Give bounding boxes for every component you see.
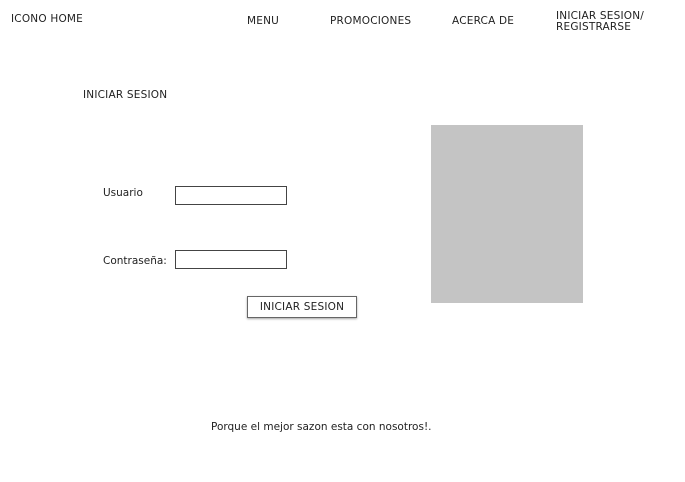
- image-placeholder: [431, 125, 583, 303]
- username-input[interactable]: [175, 186, 287, 205]
- nav-login-line2: REGISTRARSE: [556, 21, 632, 33]
- nav-login-register-link[interactable]: INICIAR SESION/ REGISTRARSE: [556, 11, 676, 33]
- footer-tagline: Porque el mejor sazon esta con nosotros!…: [211, 421, 432, 433]
- home-icon-link[interactable]: ICONO HOME: [11, 13, 83, 25]
- login-submit-button[interactable]: INICIAR SESION: [247, 296, 357, 318]
- nav-about-link[interactable]: ACERCA DE: [452, 16, 514, 27]
- page-title: INICIAR SESION: [83, 89, 168, 101]
- nav-menu-link[interactable]: MENU: [247, 16, 279, 27]
- username-label: Usuario: [103, 187, 143, 199]
- nav-promotions-link[interactable]: PROMOCIONES: [330, 16, 411, 27]
- password-label: Contraseña:: [103, 255, 167, 267]
- password-input[interactable]: [175, 250, 287, 269]
